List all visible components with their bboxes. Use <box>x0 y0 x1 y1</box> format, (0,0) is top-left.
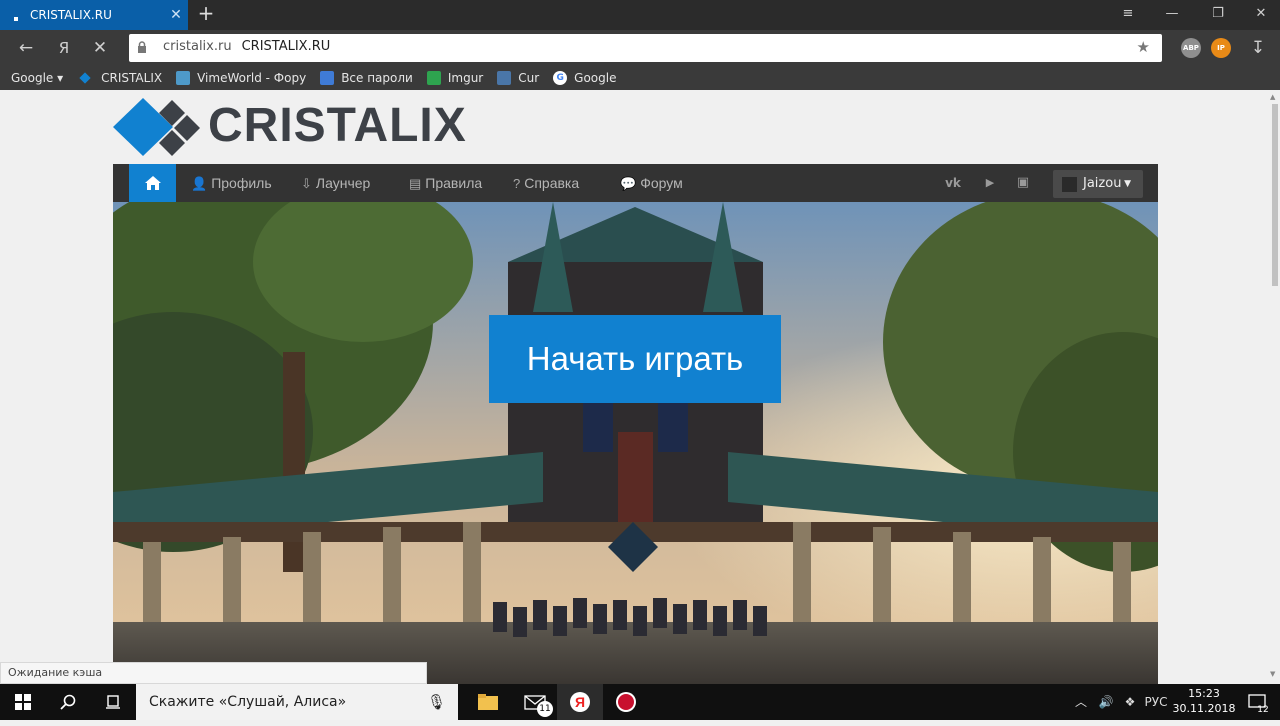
tray-chevron-up-icon[interactable]: ︿ <box>1072 684 1090 720</box>
hero-background-image <box>113 202 1158 684</box>
bookmark-label: Imgur <box>447 71 484 85</box>
bookmark-item[interactable]: VimeWorld - Фору <box>176 71 306 85</box>
new-tab-button[interactable]: + <box>195 3 217 25</box>
status-bar-text: Ожидание кэша <box>0 662 427 684</box>
nav-item-label: Правила <box>425 175 483 191</box>
scrollbar-thumb[interactable] <box>1272 104 1278 286</box>
document-icon: ▤ <box>409 176 422 191</box>
lock-icon <box>137 41 147 53</box>
discord-icon[interactable]: ▣ <box>1014 174 1032 192</box>
web-page: CRISTALIX vk ▶ ▣ Jaizou ▼ 👤 Профиль ⇩ Лаунч… <box>0 90 1268 684</box>
home-icon[interactable] <box>129 164 176 202</box>
notification-count: 12 <box>1257 705 1269 715</box>
start-playing-button[interactable]: Начать играть <box>489 315 781 403</box>
language-indicator[interactable]: РУС <box>1142 684 1170 720</box>
address-bar[interactable]: cristalix.ru CRISTALIX.RU ★ <box>129 34 1162 62</box>
active-tab[interactable]: CRISTALIX.RU ✕ <box>0 0 188 30</box>
nav-item-label: Лаунчер <box>315 175 371 191</box>
nav-item-label: Форум <box>640 175 683 191</box>
browser-menu-button[interactable]: ≡ <box>1115 4 1141 24</box>
task-view-icon[interactable] <box>90 684 136 720</box>
bookmark-item[interactable]: G Google <box>553 71 616 85</box>
chat-icon: 💬 <box>620 176 637 191</box>
restore-button[interactable]: ❐ <box>1205 4 1231 24</box>
cristalix-icon <box>79 72 91 84</box>
windows-start-icon[interactable] <box>0 684 46 720</box>
cristalix-logo[interactable] <box>113 98 203 156</box>
nav-item-2[interactable]: ⇩ Лаунчер <box>301 164 370 202</box>
yandex-button[interactable]: Я <box>53 37 75 59</box>
user-menu-button[interactable]: Jaizou ▼ <box>1053 170 1143 198</box>
yandex-browser-icon[interactable]: Я <box>557 684 603 720</box>
bookmark-label: Cur <box>518 71 540 85</box>
stop-loading-icon[interactable]: ✕ <box>89 37 111 59</box>
tab-title: CRISTALIX.RU <box>30 8 112 22</box>
ip-extension-icon[interactable]: IP <box>1211 38 1231 58</box>
google-icon: G <box>553 71 568 85</box>
bookmark-label: Все пароли <box>341 71 413 85</box>
vk-icon <box>497 71 512 85</box>
close-window-button[interactable]: ✕ <box>1248 4 1274 24</box>
site-navigation: vk ▶ ▣ Jaizou ▼ 👤 Профиль ⇩ Лаунчер ▤ Правила… <box>113 164 1158 202</box>
bookmark-item[interactable]: CRISTALIX <box>77 71 162 85</box>
dropbox-icon[interactable]: ❖ <box>1120 684 1140 720</box>
tab-favicon-icon <box>14 17 18 21</box>
system-clock[interactable]: 15:23 30.11.2018 <box>1168 686 1240 716</box>
scroll-up-arrow-icon[interactable]: ▲ <box>1270 93 1275 101</box>
bookmark-item[interactable]: Imgur <box>426 71 484 85</box>
tab-close-icon[interactable]: ✕ <box>164 7 188 23</box>
search-icon[interactable] <box>45 684 91 720</box>
volume-icon[interactable]: 🔊 <box>1096 684 1116 720</box>
youtube-icon[interactable]: ▶ <box>981 174 999 192</box>
adblock-extension-icon[interactable]: ABP <box>1181 38 1201 58</box>
url-text[interactable]: cristalix.ru CRISTALIX.RU <box>163 39 330 54</box>
bookmark-label: CRISTALIX <box>101 71 163 85</box>
bookmark-label: Google <box>574 71 617 85</box>
mail-badge: 11 <box>537 701 553 717</box>
question-icon: ? <box>513 176 521 191</box>
document-icon <box>320 71 335 85</box>
tab-strip <box>0 0 1280 30</box>
recorder-app-icon[interactable] <box>603 684 649 720</box>
file-explorer-icon[interactable] <box>465 684 511 720</box>
alice-search-input[interactable]: Скажите «Слушай, Алиса» 🎙 <box>136 684 458 720</box>
avatar <box>1062 177 1077 192</box>
user-icon: 👤 <box>191 176 208 191</box>
hero-banner: Начать играть <box>113 202 1158 684</box>
nav-item-label: Профиль <box>211 175 272 191</box>
nav-item-label: Справка <box>524 175 580 191</box>
bookmark-item[interactable]: Все пароли <box>320 71 413 85</box>
user-name: Jaizou <box>1083 176 1122 191</box>
imgur-icon <box>426 71 441 85</box>
url-page-title: CRISTALIX.RU <box>241 39 331 54</box>
bookmarks-bar: Google ▾ CRISTALIX VimeWorld - Фору Все пар… <box>0 66 1280 90</box>
alice-search-placeholder: Скажите «Слушай, Алиса» <box>149 694 347 710</box>
bookmark-label: Google ▾ <box>11 71 64 85</box>
nav-item-3[interactable]: ▤ Правила <box>409 164 482 202</box>
vk-icon[interactable]: vk <box>944 174 962 192</box>
download-icon: ⇩ <box>301 176 312 191</box>
chevron-down-icon: ▼ <box>1124 179 1131 189</box>
nav-item-5[interactable]: 💬 Форум <box>620 164 683 202</box>
bookmark-label: VimeWorld - Фору <box>197 71 307 85</box>
clock-date: 30.11.2018 <box>1172 702 1236 715</box>
minimize-button[interactable]: — <box>1159 4 1185 24</box>
bookmark-item[interactable]: Cur <box>497 71 539 85</box>
url-domain: cristalix.ru <box>163 39 232 54</box>
scroll-down-arrow-icon[interactable]: ▼ <box>1270 670 1275 678</box>
back-arrow-icon[interactable]: ← <box>15 37 37 59</box>
clock-time: 15:23 <box>1188 687 1220 700</box>
site-logo-text: CRISTALIX <box>208 99 467 152</box>
microphone-icon[interactable]: 🎙 <box>427 684 446 720</box>
nav-item-1[interactable]: 👤 Профиль <box>191 164 272 202</box>
vimeworld-icon <box>176 71 191 85</box>
mail-icon[interactable] <box>512 684 558 720</box>
nav-item-4[interactable]: ? Справка <box>513 164 579 202</box>
download-icon[interactable]: ↧ <box>1247 37 1269 59</box>
bookmark-item[interactable]: Google ▾ <box>11 71 63 85</box>
bookmark-star-icon[interactable]: ★ <box>1137 38 1150 56</box>
svg-text:Я: Я <box>575 694 585 710</box>
